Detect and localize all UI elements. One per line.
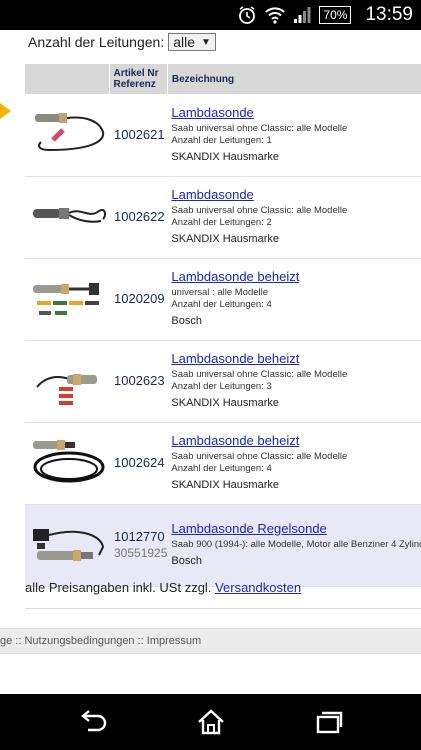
product-image[interactable] — [25, 94, 109, 177]
product-image[interactable] — [25, 422, 109, 505]
battery-indicator: 70% — [319, 6, 352, 24]
product-link[interactable]: Lambdasonde beheizt — [171, 269, 421, 284]
recents-icon[interactable] — [314, 708, 344, 736]
product-brand: Bosch — [171, 555, 202, 567]
product-fitment: Saab universal ohne Classic: alle Modell… — [171, 451, 348, 462]
table-row[interactable]: 1002621 Lambdasonde Saab universal ohne … — [25, 94, 421, 177]
product-lines: Anzahl der Leitungen: 4 — [171, 463, 272, 474]
product-brand: SKANDIX Hausmarke — [171, 233, 279, 245]
table-row[interactable]: 1002624 Lambdasonde beheizt Saab univers… — [25, 422, 421, 505]
status-bar: 70% 13:59 — [0, 0, 421, 30]
filter-label: Anzahl der Leitungen: — [28, 34, 165, 50]
price-note-text: alle Preisangaben inkl. USt zzgl. — [25, 580, 212, 595]
product-link[interactable]: Lambdasonde beheizt — [171, 433, 421, 448]
product-image[interactable] — [25, 176, 109, 259]
navigation-bar — [0, 694, 421, 750]
product-fitment: Saab universal ohne Classic: alle Modell… — [171, 205, 348, 216]
signal-icon — [293, 6, 311, 24]
table-row[interactable]: 1002623 Lambdasonde beheizt Saab univers… — [25, 340, 421, 423]
product-image[interactable] — [25, 340, 109, 423]
product-image[interactable] — [25, 258, 109, 341]
product-fitment: Saab 900 (1994-): alle Modelle, Motor al… — [171, 539, 421, 550]
table-row[interactable]: 1020209 Lambdasonde beheizt universal : … — [25, 258, 421, 341]
price-note: alle Preisangaben inkl. USt zzgl. Versan… — [25, 580, 301, 595]
article-number: 1012770 — [114, 529, 165, 544]
product-fitment: Saab universal ohne Classic: alle Modell… — [171, 122, 348, 134]
clock: 13:59 — [365, 4, 413, 25]
web-page: Anzahl der Leitungen: alle ▼ Artikel Nr … — [0, 30, 421, 694]
row-marker-icon — [0, 103, 11, 119]
product-fitment: Saab universal ohne Classic: alle Modell… — [171, 369, 348, 380]
table-header: Artikel Nr Referenz Bezeichnung — [25, 64, 421, 94]
article-number: 1002621 — [114, 126, 165, 142]
table-row[interactable]: 1002622 Lambdasonde Saab universal ohne … — [25, 176, 421, 259]
product-link[interactable]: Lambdasonde — [171, 105, 421, 120]
article-number: 1002622 — [114, 209, 165, 224]
product-image[interactable] — [25, 504, 109, 587]
divider — [25, 608, 421, 609]
desc-column-header: Bezeichnung — [167, 64, 421, 94]
shipping-costs-link[interactable]: Versandkosten — [215, 580, 301, 595]
product-lines: Anzahl der Leitungen: 1 — [171, 134, 272, 146]
product-lines: Anzahl der Leitungen: 3 — [171, 381, 272, 392]
product-link[interactable]: Lambdasonde Regelsonde — [171, 521, 421, 536]
product-link[interactable]: Lambdasonde — [171, 187, 421, 202]
product-lines: Anzahl der Leitungen: 4 — [171, 299, 272, 310]
oem-number: 30551925 — [114, 546, 168, 560]
lines-select-value: alle — [173, 34, 196, 50]
home-icon[interactable] — [196, 708, 226, 736]
alarm-clock-icon — [237, 5, 257, 25]
product-brand: SKANDIX Hausmarke — [171, 150, 279, 163]
product-brand: Bosch — [171, 315, 202, 327]
product-fitment: universal : alle Modelle — [171, 287, 269, 298]
product-brand: SKANDIX Hausmarke — [171, 397, 279, 409]
table-row[interactable]: 1012770 30551925 Lambdasonde Regelsonde … — [25, 504, 421, 587]
article-number: 1002623 — [114, 373, 165, 388]
product-lines: Anzahl der Leitungen: 2 — [171, 217, 272, 228]
article-number: 1020209 — [114, 291, 165, 306]
lines-select[interactable]: alle ▼ — [168, 33, 216, 51]
product-link[interactable]: Lambdasonde beheizt — [171, 351, 421, 366]
article-number: 1002624 — [114, 455, 165, 470]
product-brand: SKANDIX Hausmarke — [171, 479, 279, 491]
image-column-header — [25, 64, 110, 94]
back-icon[interactable] — [78, 708, 108, 736]
lines-filter: Anzahl der Leitungen: alle ▼ — [28, 33, 216, 51]
dropdown-caret-icon: ▼ — [201, 36, 211, 48]
wifi-icon — [265, 6, 286, 24]
ref-column-header: Artikel Nr Referenz — [109, 64, 168, 94]
footer-links[interactable]: ge :: Nutzungsbedingungen :: Impressum — [0, 628, 421, 654]
product-table: Artikel Nr Referenz Bezeichnung 1002621 … — [25, 64, 421, 587]
